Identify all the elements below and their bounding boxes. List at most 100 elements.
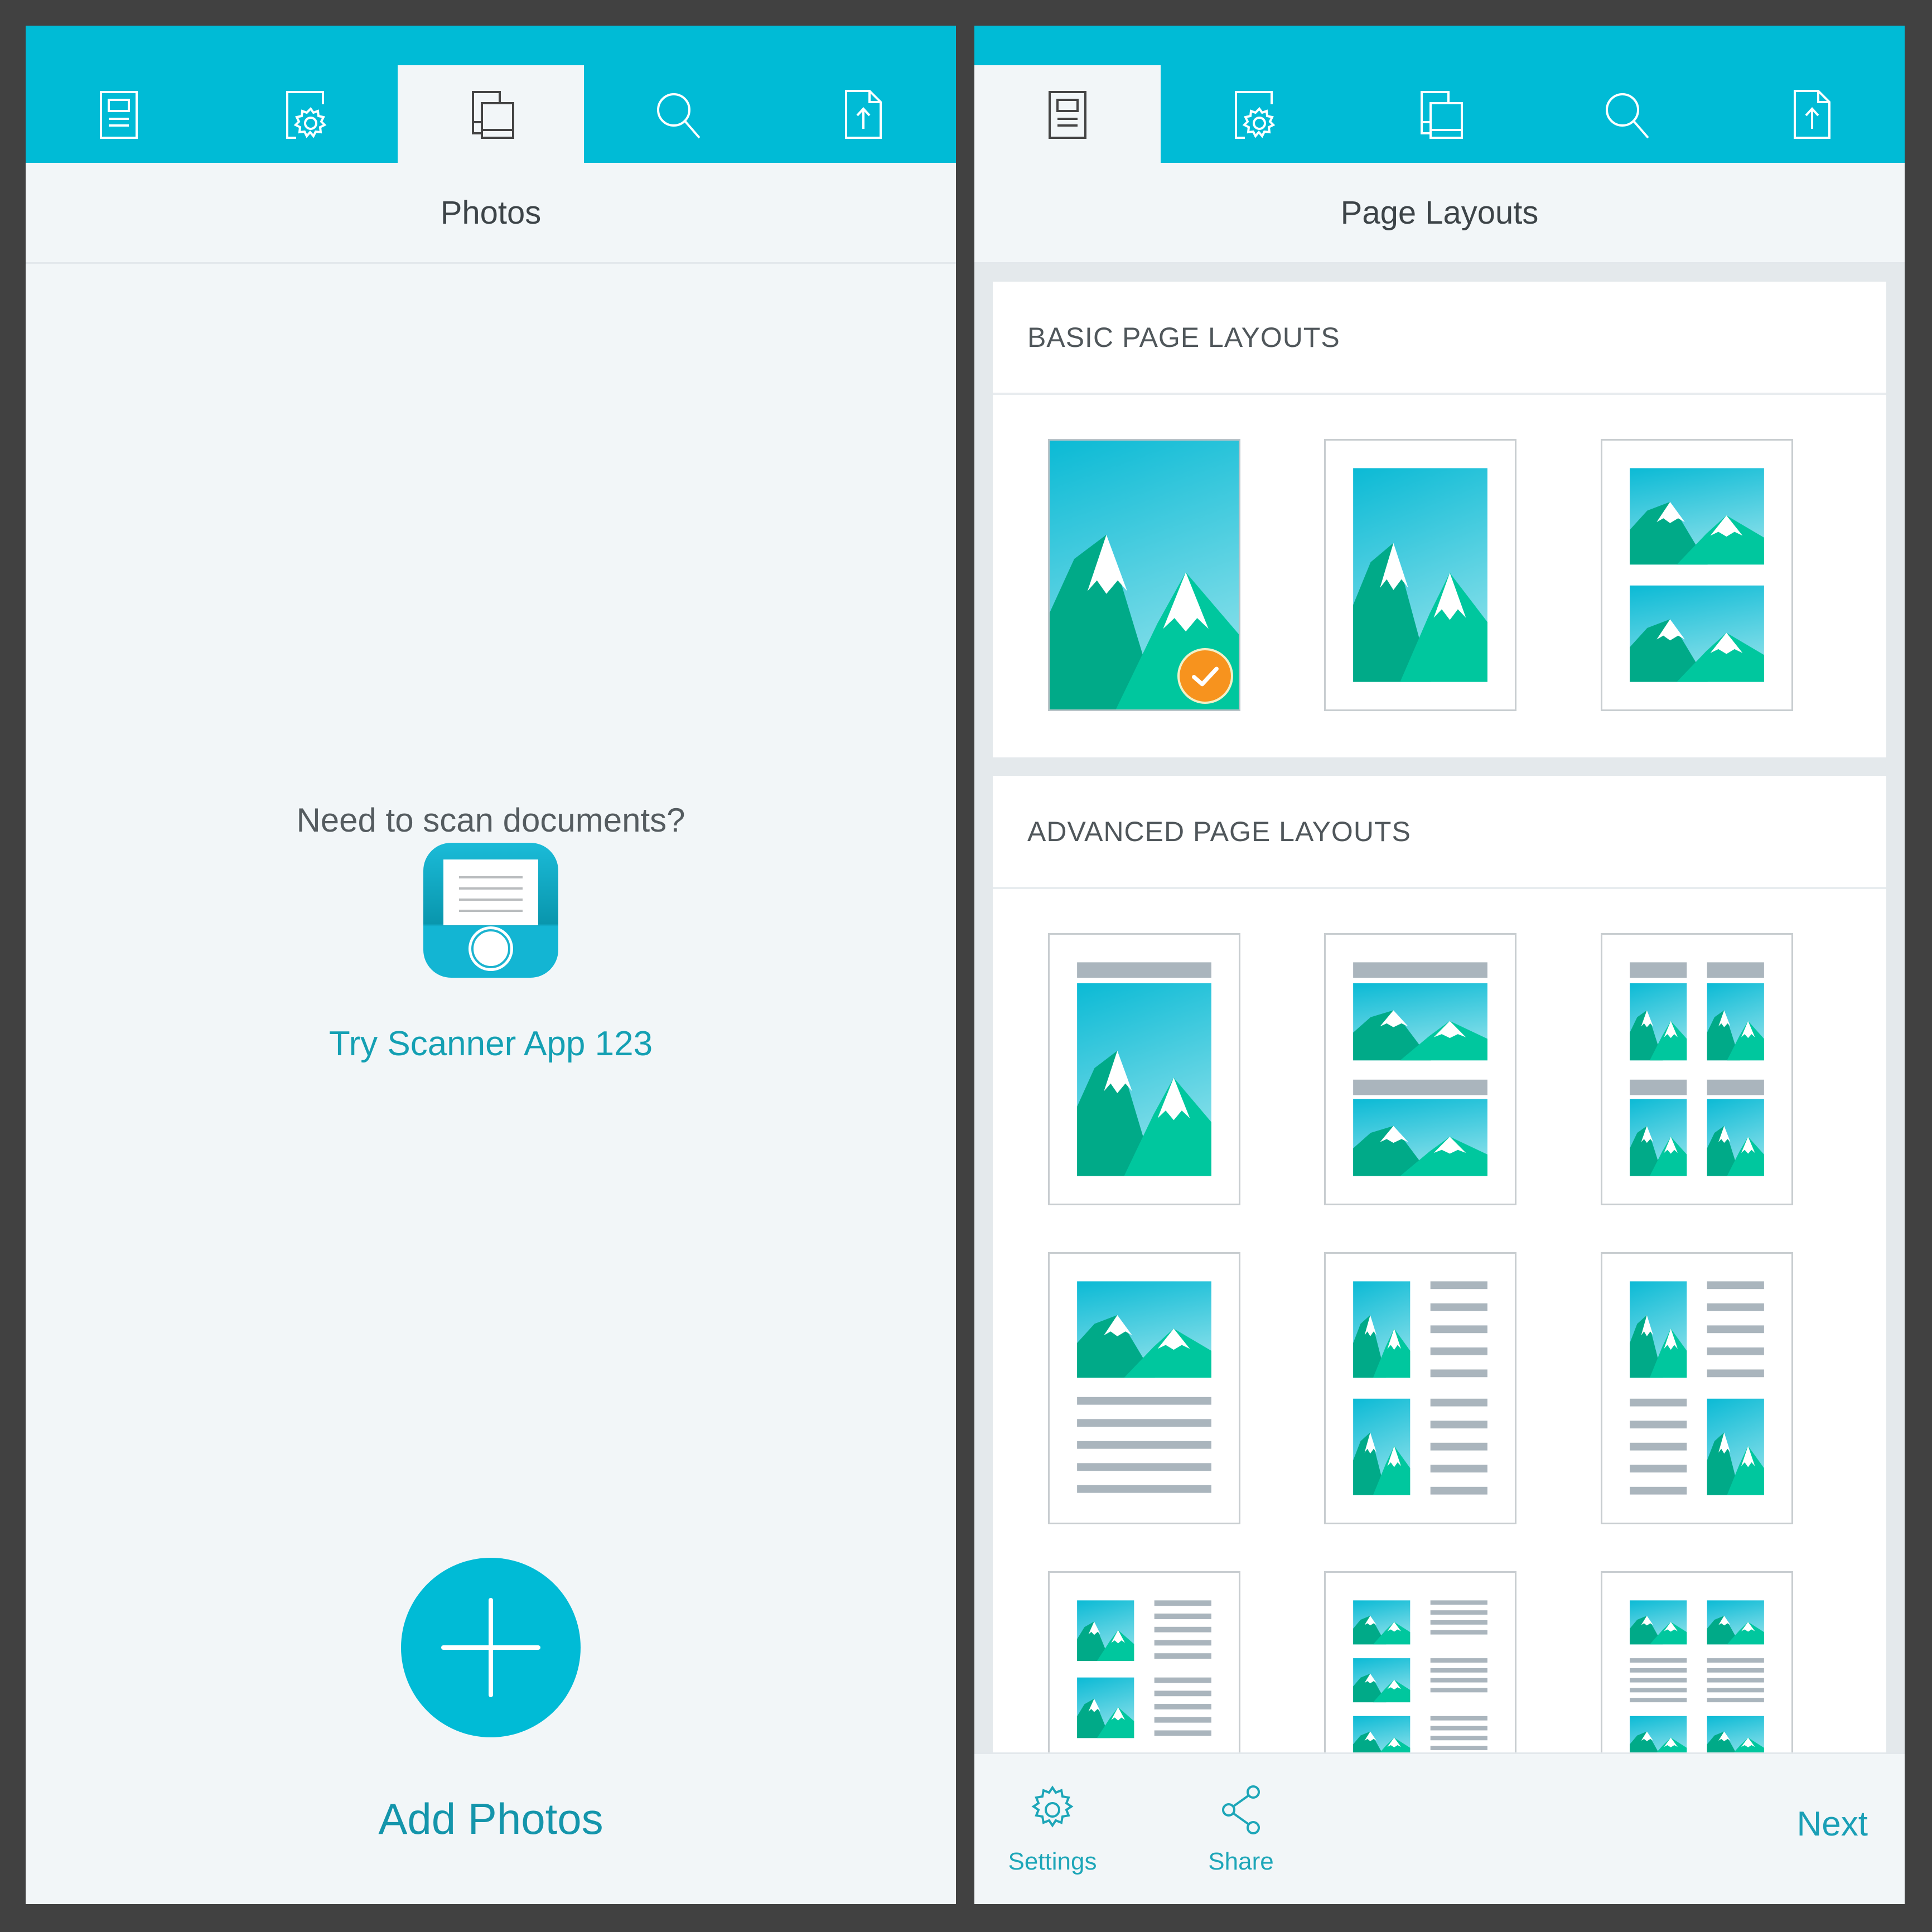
advanced-layout-alternating-photo-text[interactable] bbox=[1601, 1252, 1793, 1524]
basic-layout-full-bleed-photo[interactable] bbox=[1048, 439, 1240, 711]
advanced-layout-two-small-photos-text[interactable] bbox=[1048, 1571, 1240, 1752]
basic-layouts-card: BASIC PAGE LAYOUTS bbox=[993, 282, 1886, 757]
add-photos-label[interactable]: Add Photos bbox=[26, 1794, 956, 1844]
page-title: Photos bbox=[440, 194, 542, 231]
text-line bbox=[1630, 1688, 1687, 1693]
photo-placeholder bbox=[1630, 983, 1687, 1061]
text-line bbox=[1707, 1668, 1764, 1673]
text-line bbox=[1430, 1398, 1487, 1407]
next-button[interactable]: Next bbox=[1797, 1804, 1868, 1844]
export-icon bbox=[845, 89, 882, 139]
layout-thumbnail bbox=[1353, 962, 1487, 1176]
add-photos-button[interactable] bbox=[401, 1558, 581, 1737]
tab-search[interactable] bbox=[1533, 65, 1719, 163]
photo-placeholder bbox=[1077, 983, 1211, 1176]
text-line bbox=[1430, 1281, 1487, 1289]
photo-placeholder bbox=[1707, 1600, 1764, 1645]
advanced-layout-two-captioned-photos[interactable] bbox=[1324, 933, 1516, 1205]
tab-export[interactable] bbox=[1718, 65, 1905, 163]
text-line bbox=[1430, 1716, 1487, 1721]
text-line bbox=[1430, 1610, 1487, 1615]
layout-thumbnail bbox=[1630, 1281, 1764, 1495]
tab-page-settings[interactable] bbox=[1161, 65, 1347, 163]
photos-icon bbox=[1421, 90, 1463, 139]
selected-checkmark-icon bbox=[1177, 648, 1233, 704]
basic-layout-two-photos-stacked[interactable] bbox=[1601, 439, 1793, 711]
advanced-layout-four-photos-two-column-text[interactable] bbox=[1601, 1571, 1793, 1752]
page-title: Page Layouts bbox=[1340, 194, 1539, 231]
tab-page-settings[interactable] bbox=[212, 65, 398, 163]
text-line bbox=[1630, 1678, 1687, 1683]
text-line bbox=[1707, 1678, 1764, 1683]
text-line bbox=[1077, 1441, 1211, 1449]
scanner-app-icon[interactable] bbox=[423, 843, 558, 978]
text-line bbox=[1707, 962, 1764, 978]
text-line bbox=[1430, 1303, 1487, 1311]
text-line bbox=[1430, 1678, 1487, 1683]
text-line bbox=[1630, 1658, 1687, 1663]
text-line bbox=[1707, 1079, 1764, 1095]
advanced-layout-captioned-photo[interactable] bbox=[1048, 933, 1240, 1205]
text-line bbox=[1154, 1704, 1211, 1709]
text-line bbox=[1630, 1465, 1687, 1473]
text-line bbox=[1707, 1688, 1764, 1693]
tab-page-layouts[interactable] bbox=[26, 65, 212, 163]
photo-placeholder bbox=[1630, 468, 1764, 565]
photos-screen: Photos Need to scan documents? Try Scann… bbox=[26, 26, 956, 1904]
advanced-layout-four-captioned-photos[interactable] bbox=[1601, 933, 1793, 1205]
scan-prompt: Need to scan documents? bbox=[296, 801, 685, 839]
settings-button[interactable]: Settings bbox=[991, 1782, 1114, 1882]
tab-photos[interactable] bbox=[1346, 65, 1533, 163]
layout-thumbnail bbox=[1630, 962, 1764, 1176]
tab-page-layouts[interactable] bbox=[974, 65, 1161, 163]
section-header: ADVANCED PAGE LAYOUTS bbox=[993, 776, 1886, 889]
layout-thumbnail bbox=[1630, 468, 1764, 682]
text-line bbox=[1077, 1397, 1211, 1405]
text-line bbox=[1077, 1419, 1211, 1427]
text-line bbox=[1154, 1653, 1211, 1659]
advanced-layouts-card: ADVANCED PAGE LAYOUTS bbox=[993, 776, 1886, 1752]
text-line bbox=[1430, 1421, 1487, 1429]
tab-export[interactable] bbox=[770, 65, 956, 163]
share-button[interactable]: Share bbox=[1180, 1782, 1302, 1882]
photo-placeholder bbox=[1353, 1281, 1411, 1378]
photo-placeholder bbox=[1077, 1677, 1134, 1738]
plus-icon bbox=[441, 1598, 540, 1697]
advanced-layout-photo-over-text[interactable] bbox=[1048, 1252, 1240, 1524]
advanced-layout-three-small-photos-text[interactable] bbox=[1324, 1571, 1516, 1752]
photo-placeholder bbox=[1353, 1398, 1411, 1495]
gear-icon bbox=[1031, 1785, 1074, 1828]
photo-placeholder bbox=[1353, 1658, 1411, 1703]
text-line bbox=[1353, 1079, 1487, 1095]
text-line bbox=[1430, 1746, 1487, 1751]
top-tab-bar bbox=[26, 26, 956, 163]
photo-placeholder bbox=[1630, 585, 1764, 682]
search-icon bbox=[657, 93, 701, 138]
advanced-layout-two-photos-left-text-right[interactable] bbox=[1324, 1252, 1516, 1524]
layout-thumbnail bbox=[1077, 962, 1211, 1176]
layouts-scroll-area[interactable]: BASIC PAGE LAYOUTS ADVANCED PAGE LAYOUTS bbox=[974, 264, 1905, 1752]
share-label: Share bbox=[1208, 1848, 1274, 1875]
text-line bbox=[1630, 1398, 1687, 1407]
search-icon bbox=[1606, 93, 1649, 138]
photo-placeholder bbox=[1077, 1600, 1134, 1661]
text-line bbox=[1077, 1485, 1211, 1493]
layout-thumbnail bbox=[1077, 1281, 1211, 1493]
photo-placeholder bbox=[1630, 1600, 1687, 1645]
photo-placeholder bbox=[1630, 1716, 1687, 1752]
try-scanner-app-link[interactable]: Try Scanner App 123 bbox=[26, 1024, 956, 1064]
tab-search[interactable] bbox=[584, 65, 770, 163]
text-line bbox=[1077, 1463, 1211, 1471]
basic-layout-single-photo-margin[interactable] bbox=[1324, 439, 1516, 711]
text-line bbox=[1630, 1698, 1687, 1703]
tab-photos[interactable] bbox=[398, 65, 584, 163]
text-line bbox=[1154, 1717, 1211, 1723]
page-layout-icon bbox=[1049, 90, 1086, 139]
text-line bbox=[1154, 1730, 1211, 1736]
text-line bbox=[1077, 962, 1211, 978]
export-icon bbox=[1794, 89, 1830, 139]
section-header: BASIC PAGE LAYOUTS bbox=[993, 282, 1886, 395]
photos-icon bbox=[472, 90, 514, 139]
text-line bbox=[1630, 1442, 1687, 1451]
text-line bbox=[1430, 1600, 1487, 1605]
